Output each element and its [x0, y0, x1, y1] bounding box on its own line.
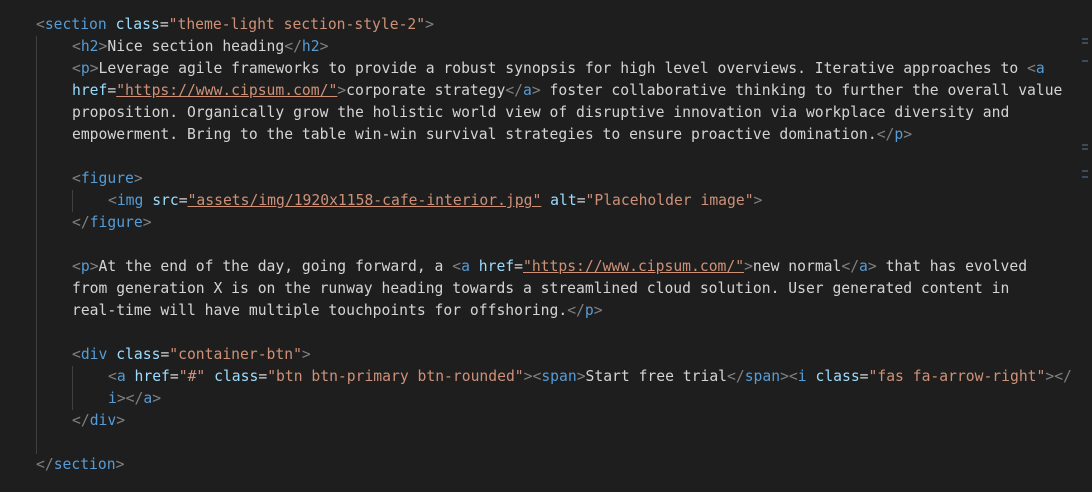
url-link[interactable]: "https://www.cipsum.com/" — [116, 82, 337, 99]
src-link[interactable]: "assets/img/1920x1158-cafe-interior.jpg" — [188, 192, 542, 209]
code-line: <div class="container-btn"> — [72, 346, 311, 363]
code-line: </section> — [36, 456, 125, 473]
minimap-mark — [1082, 38, 1088, 40]
code-editor[interactable]: <section class="theme-light section-styl… — [0, 0, 1092, 492]
minimap-mark — [1082, 148, 1088, 150]
code-line: proposition. Organically grow the holist… — [72, 104, 1010, 121]
code-line: <img src="assets/img/1920x1158-cafe-inte… — [108, 192, 763, 209]
minimap-mark — [1082, 144, 1088, 146]
code-line: <p>At the end of the day, going forward,… — [72, 258, 1028, 275]
minimap-mark — [1082, 176, 1088, 178]
code-line: <figure> — [72, 170, 143, 187]
code-line: from generation X is on the runway headi… — [72, 280, 1010, 297]
code-line: </div> — [72, 412, 126, 429]
minimap[interactable] — [1080, 0, 1092, 492]
code-line: </figure> — [72, 214, 152, 231]
code-area[interactable]: <section class="theme-light section-styl… — [36, 14, 1072, 476]
code-line: empowerment. Bring to the table win-win … — [72, 126, 913, 143]
minimap-mark — [1082, 60, 1088, 62]
code-line: <p>Leverage agile frameworks to provide … — [72, 60, 1045, 77]
code-line: i></a> — [108, 390, 162, 407]
code-line: real-time will have multiple touchpoints… — [72, 302, 603, 319]
code-line: <section class="theme-light section-styl… — [36, 16, 434, 33]
code-line: href="https://www.cipsum.com/">corporate… — [72, 82, 1063, 99]
minimap-mark — [1082, 42, 1088, 44]
code-line: <h2>Nice section heading</h2> — [72, 38, 329, 55]
url-link[interactable]: "https://www.cipsum.com/" — [523, 258, 744, 275]
minimap-mark — [1082, 170, 1088, 172]
code-line: <a href="#" class="btn btn-primary btn-r… — [108, 368, 1072, 385]
